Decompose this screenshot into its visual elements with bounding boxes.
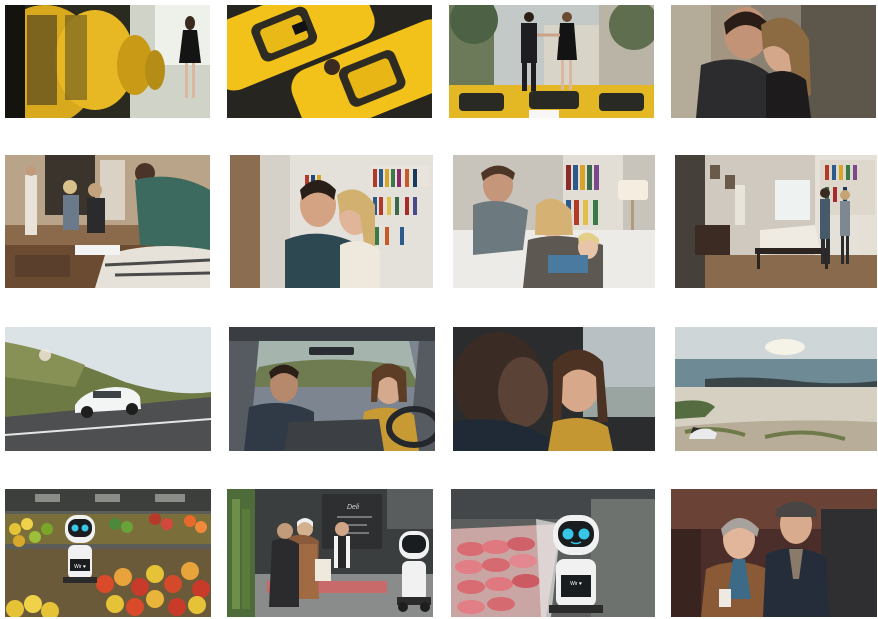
video-frame-9[interactable] xyxy=(5,327,211,451)
robot-meat-counter-image: Wir ♥ xyxy=(451,489,655,617)
video-frame-5[interactable] xyxy=(5,155,210,288)
video-frame-6[interactable] xyxy=(230,155,433,288)
robot-produce-aisle-image: Wir ♥ xyxy=(5,489,211,617)
couple-laughing-image xyxy=(230,155,433,288)
video-frame-3[interactable] xyxy=(449,5,654,118)
video-frame-8[interactable] xyxy=(675,155,877,288)
robot-badge-text: Wir ♥ xyxy=(570,581,582,587)
video-frame-13[interactable]: Wir ♥ xyxy=(5,489,211,617)
car-coastal-road-image xyxy=(5,327,211,451)
robot xyxy=(397,531,431,612)
deli-counter-image: Deli xyxy=(227,489,433,617)
living-room-wide-image xyxy=(675,155,877,288)
family-sofa-image xyxy=(453,155,655,288)
elderly-couple-image xyxy=(671,489,877,617)
couple-embrace-image xyxy=(671,5,876,118)
video-frame-10[interactable] xyxy=(229,327,435,451)
robot: Wir ♥ xyxy=(549,515,603,613)
video-frame-2[interactable] xyxy=(227,5,432,118)
video-frame-12[interactable] xyxy=(675,327,877,451)
taxi-street-image xyxy=(5,5,210,118)
beach-car-image xyxy=(675,327,877,451)
robot-badge-text: Wir ♥ xyxy=(74,564,86,570)
video-frame-1[interactable] xyxy=(5,5,210,118)
couple-on-taxis-image xyxy=(449,5,654,118)
overhead-taxis-image xyxy=(227,5,432,118)
home-packing-image xyxy=(5,155,210,288)
video-frame-11[interactable] xyxy=(453,327,655,451)
video-frame-4[interactable] xyxy=(671,5,876,118)
couple-closeup-car-image xyxy=(453,327,655,451)
video-frame-14[interactable]: Deli xyxy=(227,489,433,617)
video-frame-15[interactable]: Wir ♥ xyxy=(451,489,655,617)
video-frame-7[interactable] xyxy=(453,155,655,288)
video-frame-16[interactable] xyxy=(671,489,877,617)
couple-in-car-image xyxy=(229,327,435,451)
deli-board-text: Deli xyxy=(347,504,360,511)
